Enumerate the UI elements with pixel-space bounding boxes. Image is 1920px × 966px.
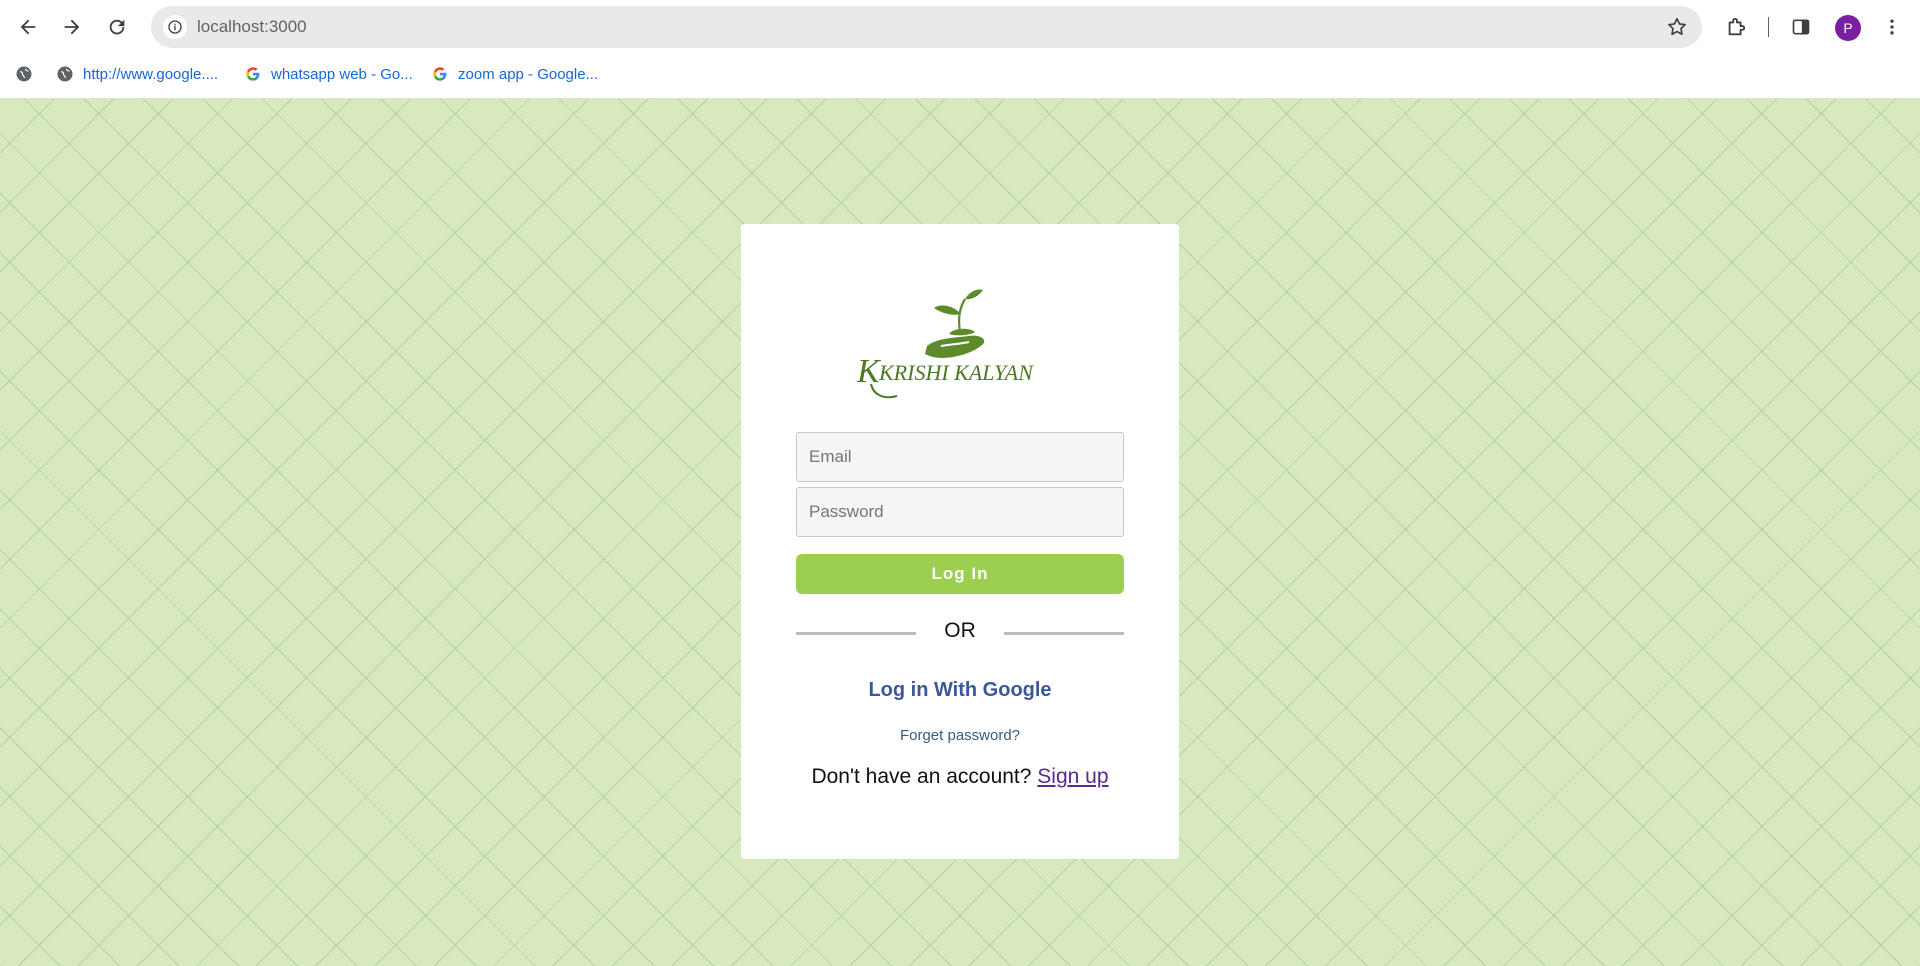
forgot-password-link[interactable]: Forget password?	[741, 727, 1179, 744]
globe-icon	[14, 64, 34, 84]
password-input[interactable]	[796, 487, 1124, 537]
no-account-text: Don't have an account?	[811, 765, 1032, 788]
google-icon	[430, 64, 450, 84]
address-bar[interactable]: localhost:3000	[151, 6, 1702, 48]
signup-link[interactable]: Sign up	[1037, 765, 1108, 788]
menu-kebab-icon[interactable]	[1878, 12, 1906, 42]
forward-icon[interactable]	[57, 12, 87, 42]
email-input[interactable]	[796, 432, 1124, 482]
bookmark-label: http://www.google....	[83, 65, 219, 83]
divider-line	[1004, 632, 1124, 635]
profile-initial: P	[1843, 20, 1853, 36]
bookmark-label: zoom app - Google...	[458, 65, 599, 83]
or-divider: OR	[796, 617, 1124, 647]
bookmark-label: whatsapp web - Go...	[271, 65, 413, 83]
site-info-icon[interactable]	[163, 15, 187, 39]
browser-toolbar: localhost:3000 P	[0, 0, 1920, 54]
bookmark-google-url[interactable]: http://www.google....	[55, 64, 218, 84]
login-button[interactable]: Log In	[796, 554, 1124, 594]
bookmark-whatsapp-search[interactable]: whatsapp web - Go...	[243, 64, 413, 84]
google-login-link[interactable]: Log in With Google	[741, 679, 1179, 702]
profile-avatar[interactable]: P	[1835, 15, 1861, 41]
bookmark-apps[interactable]	[14, 64, 42, 84]
reload-icon[interactable]	[102, 12, 132, 42]
bookmarks-bar: http://www.google.... whatsapp web - Go.…	[0, 54, 1920, 99]
logo-text: KRISHI KALYAN	[878, 360, 1034, 385]
login-card: K KRISHI KALYAN Log In OR Log in With Go…	[741, 224, 1179, 859]
bookmark-zoom-search[interactable]: zoom app - Google...	[430, 64, 598, 84]
page-background: K KRISHI KALYAN Log In OR Log in With Go…	[0, 99, 1920, 966]
toolbar-divider	[1768, 17, 1769, 37]
url-text[interactable]: localhost:3000	[197, 17, 307, 37]
bookmark-star-icon[interactable]	[1666, 16, 1688, 43]
or-text: OR	[944, 619, 976, 642]
google-icon	[243, 64, 263, 84]
signup-row: Don't have an account? Sign up	[741, 765, 1179, 789]
back-icon[interactable]	[13, 12, 43, 42]
extensions-icon[interactable]	[1722, 12, 1750, 42]
side-panel-icon[interactable]	[1787, 12, 1815, 42]
globe-icon	[55, 64, 75, 84]
krishi-kalyan-logo: K KRISHI KALYAN	[857, 289, 1034, 399]
